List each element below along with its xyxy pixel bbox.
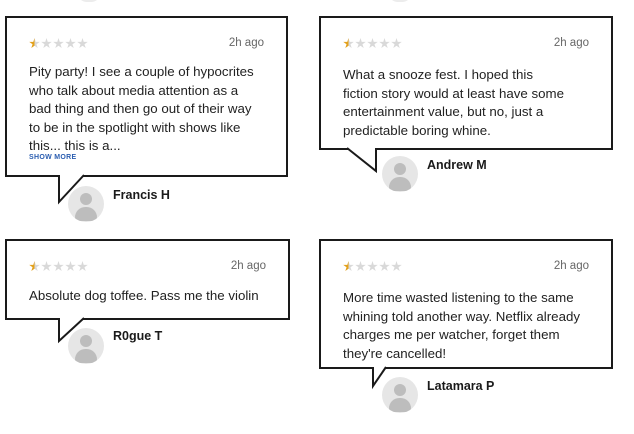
review-text: Pity party! I see a couple of hypocrites… bbox=[29, 64, 254, 153]
star-icon bbox=[29, 261, 40, 272]
avatar-icon bbox=[68, 186, 104, 222]
review-card: 2h ago Absolute dog toffee. Pass me the … bbox=[5, 239, 290, 320]
author-name[interactable]: Francis H bbox=[113, 188, 170, 202]
star-icon bbox=[391, 38, 402, 49]
review-timestamp: 2h ago bbox=[228, 37, 264, 49]
review-card: 2h ago What a snooze fest. I hoped this … bbox=[319, 16, 613, 150]
star-icon bbox=[379, 38, 390, 49]
review-timestamp: 2h ago bbox=[553, 260, 589, 272]
star-icon bbox=[367, 38, 378, 49]
author-name[interactable]: R0gue T bbox=[113, 329, 162, 343]
avatar-partial-icon bbox=[77, 0, 101, 2]
show-more-link[interactable]: SHOW MORE bbox=[29, 154, 76, 161]
star-icon bbox=[367, 261, 378, 272]
review-card: 2h ago More time wasted listening to the… bbox=[319, 239, 613, 369]
star-icon bbox=[343, 38, 354, 49]
star-icon bbox=[77, 261, 88, 272]
star-icon bbox=[53, 38, 64, 49]
review-timestamp: 2h ago bbox=[230, 260, 266, 272]
star-icon bbox=[379, 261, 390, 272]
star-icon bbox=[355, 38, 366, 49]
review-text: More time wasted listening to the same w… bbox=[343, 290, 581, 361]
author-name[interactable]: Latamara P bbox=[427, 379, 494, 393]
star-icon bbox=[53, 261, 64, 272]
avatar-icon bbox=[382, 156, 418, 192]
star-icon bbox=[29, 38, 40, 49]
speech-bubble-tail bbox=[346, 147, 377, 174]
avatar-partial-icon bbox=[388, 0, 412, 2]
review-text: Absolute dog toffee. Pass me the violin bbox=[29, 288, 259, 303]
star-icon bbox=[41, 38, 52, 49]
avatar-icon bbox=[382, 377, 418, 413]
review-card: 2h ago Pity party! I see a couple of hyp… bbox=[5, 16, 288, 177]
author-name[interactable]: Andrew M bbox=[427, 158, 487, 172]
star-icon bbox=[343, 261, 354, 272]
review-timestamp: 2h ago bbox=[553, 37, 589, 49]
review-text: What a snooze fest. I hoped this fiction… bbox=[343, 67, 564, 138]
star-icon bbox=[41, 261, 52, 272]
star-icon bbox=[391, 261, 402, 272]
star-icon bbox=[77, 38, 88, 49]
avatar-icon bbox=[68, 328, 104, 364]
star-icon bbox=[65, 38, 76, 49]
star-icon bbox=[355, 261, 366, 272]
star-icon bbox=[65, 261, 76, 272]
